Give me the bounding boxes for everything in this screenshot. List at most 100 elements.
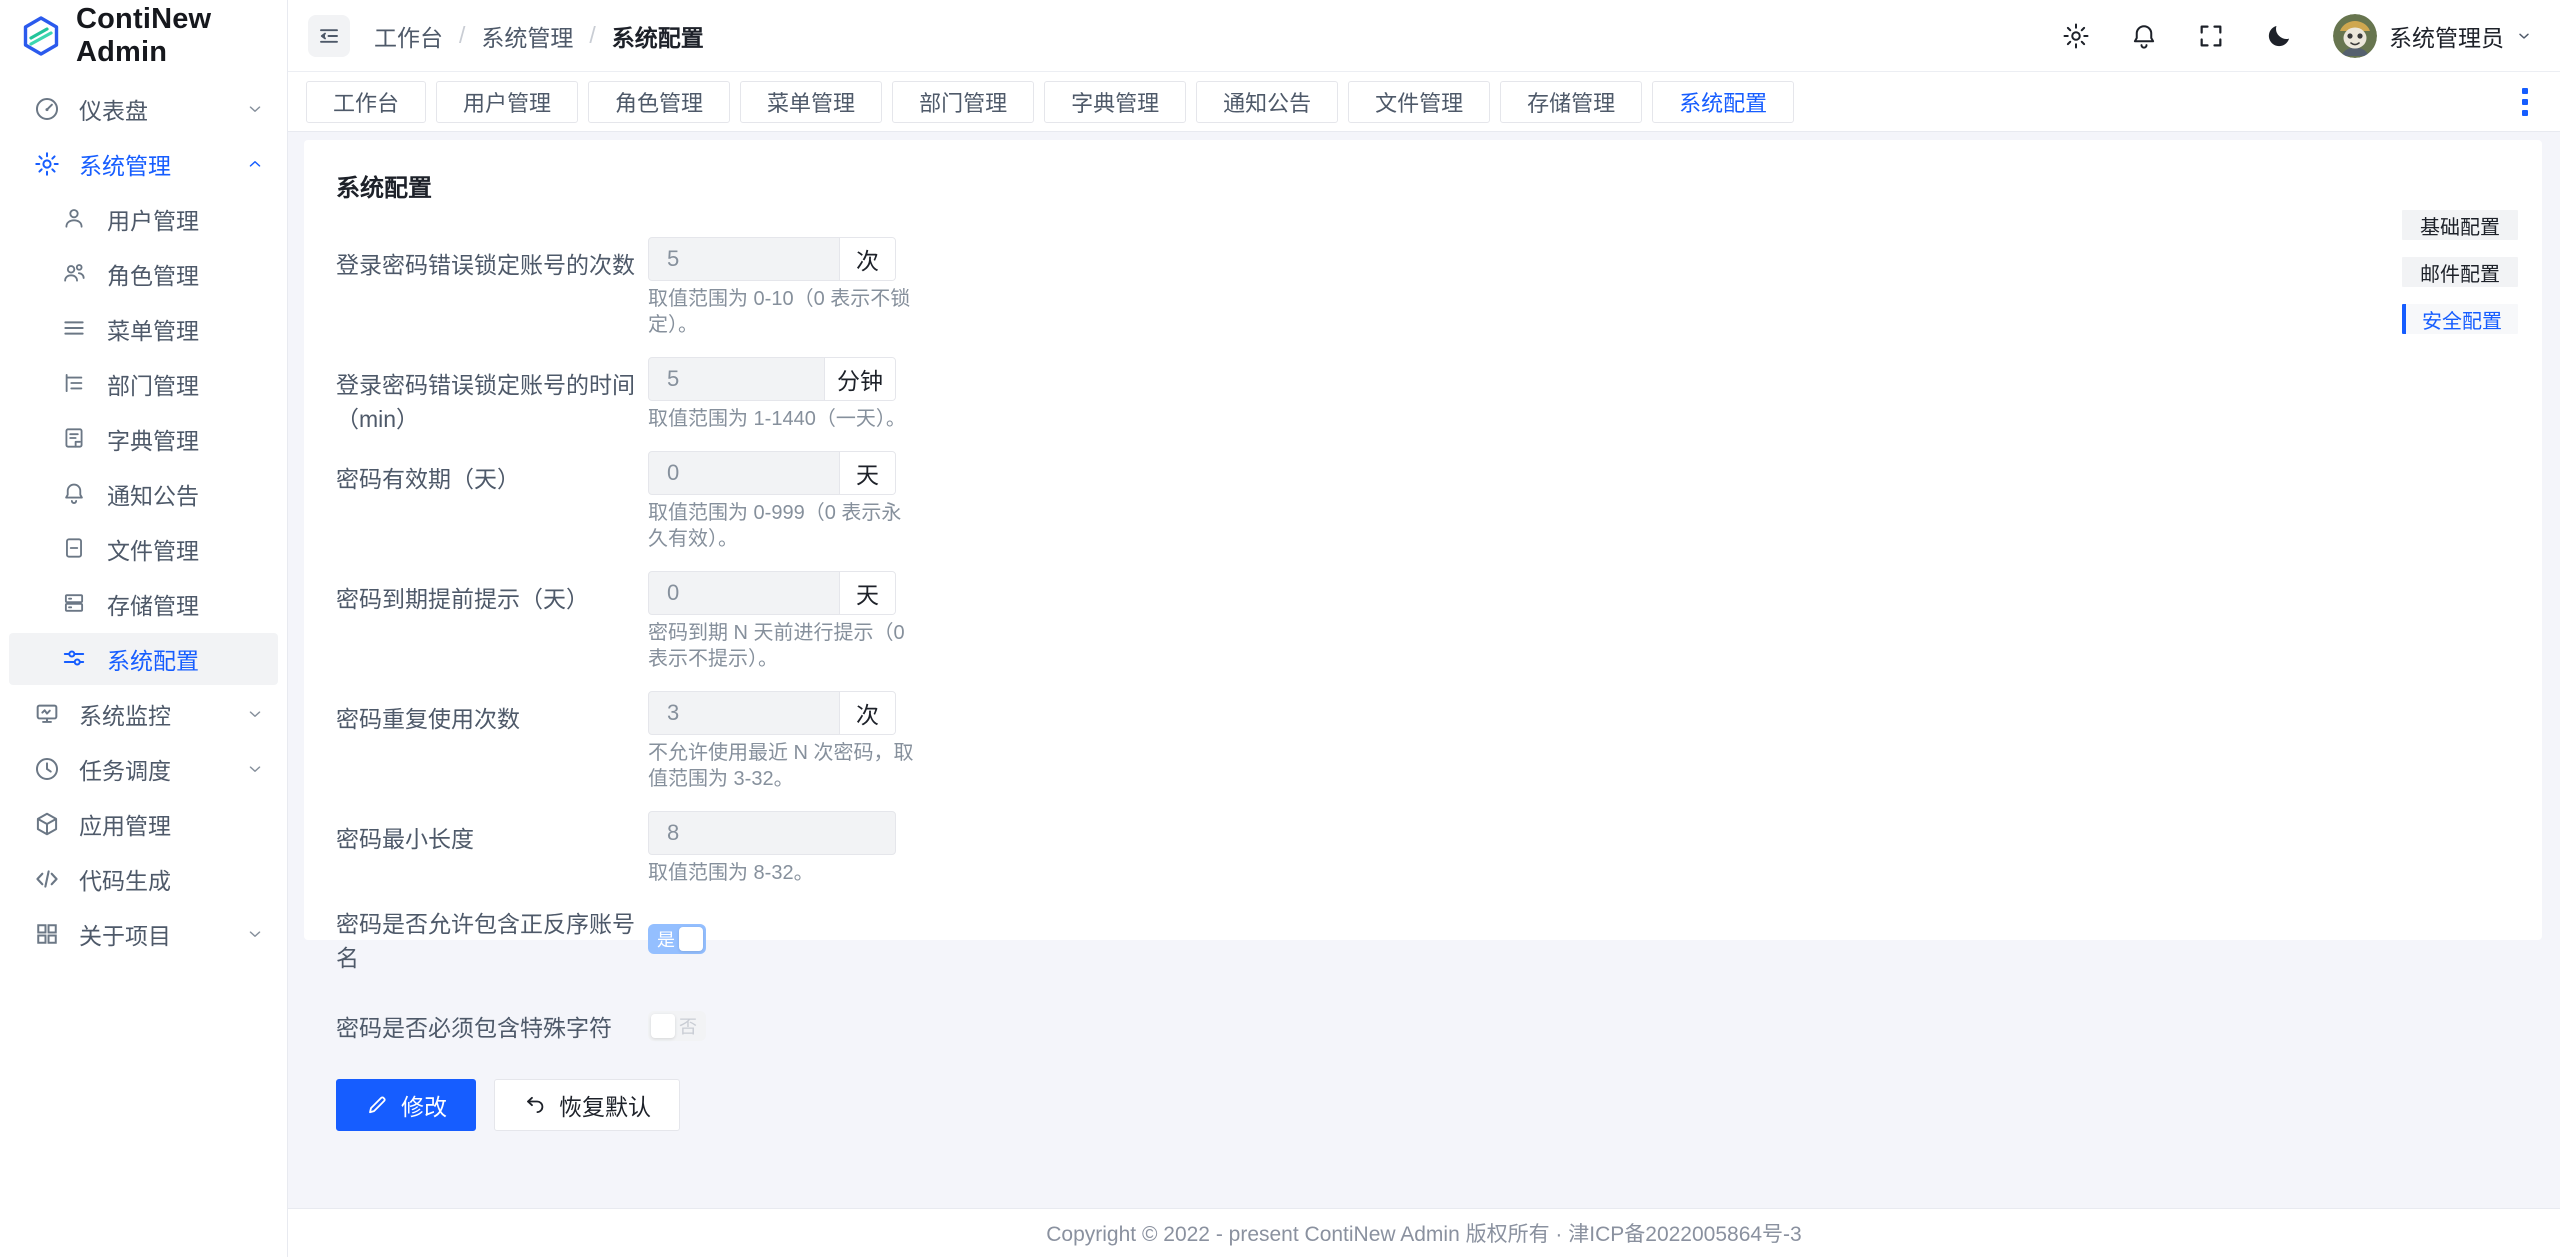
switch-label: 否 [679,1011,697,1041]
form-row: 密码到期提前提示（天） 0 天 密码到期 N 天前进行提示（0 表示不提示）。 [336,571,2510,691]
chevron-down-icon [246,100,264,118]
field-label: 密码有效期（天） [336,451,648,571]
settings-icon[interactable] [2061,21,2091,51]
dark-mode-moon-icon[interactable] [2265,21,2295,51]
switch-knob [679,927,703,951]
form-row: 密码是否允许包含正反序账号名 是 [336,905,2510,973]
sidebar-item-label: 文件管理 [107,532,264,566]
allow-username-in-password-switch[interactable]: 是 [648,924,706,954]
tab-user-management[interactable]: 用户管理 [436,81,578,123]
system-config-card: 系统配置 登录密码错误锁定账号的次数 5 次 取值范围为 0-10（0 表示不锁… [304,140,2542,940]
tab-file-management[interactable]: 文件管理 [1348,81,1490,123]
field-label: 密码到期提前提示（天） [336,571,648,691]
sidebar-item-storage-management[interactable]: 存储管理 [9,578,278,630]
tab-system-config[interactable]: 系统配置 [1652,81,1794,123]
sidebar-item-app-management[interactable]: 应用管理 [9,798,278,850]
footer: Copyright © 2022 - present ContiNew Admi… [288,1208,2560,1257]
breadcrumb-item[interactable]: 系统管理 [481,19,573,53]
user-icon [61,205,89,233]
sidebar: ContiNew Admin 仪表盘 系统管理 [0,0,288,1257]
tab-storage-management[interactable]: 存储管理 [1500,81,1642,123]
sidebar-item-file-management[interactable]: 文件管理 [9,523,278,575]
login-fail-count-input[interactable]: 5 次 [648,237,896,281]
tab-basic-config[interactable]: 基础配置 [2402,210,2518,240]
user-name: 系统管理员 [2389,19,2504,53]
sidebar-item-label: 系统配置 [107,642,264,676]
field-hint: 取值范围为 8-32。 [648,860,920,886]
tree-list-icon [61,370,89,398]
page-title: 系统配置 [336,168,2510,203]
monitor-icon [33,700,61,728]
sidebar-item-code-generation[interactable]: 代码生成 [9,853,278,905]
top-header: 工作台 / 系统管理 / 系统配置 [288,0,2560,72]
sidebar-item-label: 应用管理 [79,807,264,841]
clock-icon [33,755,61,783]
input-suffix: 天 [839,572,895,614]
logo[interactable]: ContiNew Admin [0,0,287,72]
password-reuse-count-input[interactable]: 3 次 [648,691,896,735]
sidebar-item-system-monitor[interactable]: 系统监控 [9,688,278,740]
tab-mail-config[interactable]: 邮件配置 [2402,257,2518,287]
sidebar-item-system-config[interactable]: 系统配置 [9,633,278,685]
logo-text: ContiNew Admin [76,3,287,69]
restore-default-button[interactable]: 恢复默认 [494,1079,680,1131]
tab-dict-management[interactable]: 字典管理 [1044,81,1186,123]
notification-bell-icon[interactable] [2129,21,2159,51]
bell-icon [61,480,89,508]
sidebar-item-label: 仪表盘 [79,92,246,126]
breadcrumb-item-current: 系统配置 [612,19,704,53]
input-suffix: 分钟 [824,358,895,400]
expiry-warning-days-input[interactable]: 0 天 [648,571,896,615]
sidebar-item-menu-management[interactable]: 菜单管理 [9,303,278,355]
sidebar-item-role-management[interactable]: 角色管理 [9,248,278,300]
tab-role-management[interactable]: 角色管理 [588,81,730,123]
field-label: 登录密码错误锁定账号的时间（min） [336,357,648,451]
form-row: 密码有效期（天） 0 天 取值范围为 0-999（0 表示永久有效）。 [336,451,2510,571]
sidebar-item-system-management[interactable]: 系统管理 [9,138,278,190]
sidebar-item-about-project[interactable]: 关于项目 [9,908,278,960]
breadcrumb-item[interactable]: 工作台 [374,19,443,53]
input-value: 5 [649,238,839,280]
fullscreen-icon[interactable] [2197,21,2227,51]
sidebar-item-label: 部门管理 [107,367,264,401]
sidebar-item-label: 用户管理 [107,202,264,236]
tab-menu-management[interactable]: 菜单管理 [740,81,882,123]
field-hint: 不允许使用最近 N 次密码，取值范围为 3-32。 [648,740,920,792]
avatar [2333,14,2377,58]
sidebar-item-notice[interactable]: 通知公告 [9,468,278,520]
save-button[interactable]: 修改 [336,1079,476,1131]
tab-more-menu-icon[interactable] [2508,81,2542,123]
sidebar-item-label: 任务调度 [79,752,246,786]
dashboard-icon [33,95,61,123]
tab-security-config[interactable]: 安全配置 [2402,304,2518,334]
sidebar-item-label: 通知公告 [107,477,264,511]
grid-icon [33,920,61,948]
sidebar-item-label: 菜单管理 [107,312,264,346]
lock-duration-input[interactable]: 5 分钟 [648,357,896,401]
form-row: 登录密码错误锁定账号的次数 5 次 取值范围为 0-10（0 表示不锁定）。 [336,237,2510,357]
input-value: 8 [649,812,895,854]
input-value: 0 [649,452,839,494]
users-icon [61,260,89,288]
require-special-char-switch[interactable]: 否 [648,1011,706,1041]
min-password-length-input[interactable]: 8 [648,811,896,855]
breadcrumb-separator: / [459,22,465,49]
sidebar-item-dict-management[interactable]: 字典管理 [9,413,278,465]
field-label: 密码是否必须包含特殊字符 [336,1009,648,1043]
cube-icon [33,810,61,838]
restore-default-label: 恢复默认 [559,1088,651,1122]
user-menu[interactable]: 系统管理员 [2333,14,2532,58]
password-expiry-input[interactable]: 0 天 [648,451,896,495]
sliders-icon [61,645,89,673]
tab-notice[interactable]: 通知公告 [1196,81,1338,123]
tab-workbench[interactable]: 工作台 [306,81,426,123]
sidebar-item-user-management[interactable]: 用户管理 [9,193,278,245]
sidebar-item-task-schedule[interactable]: 任务调度 [9,743,278,795]
storage-icon [61,590,89,618]
copyright-text: Copyright © 2022 - present ContiNew Admi… [1046,1218,1801,1248]
sidebar-item-dashboard[interactable]: 仪表盘 [9,83,278,135]
sidebar-item-department-management[interactable]: 部门管理 [9,358,278,410]
sidebar-collapse-button[interactable] [308,15,350,57]
content-area: 系统配置 登录密码错误锁定账号的次数 5 次 取值范围为 0-10（0 表示不锁… [288,132,2560,1208]
tab-department-management[interactable]: 部门管理 [892,81,1034,123]
